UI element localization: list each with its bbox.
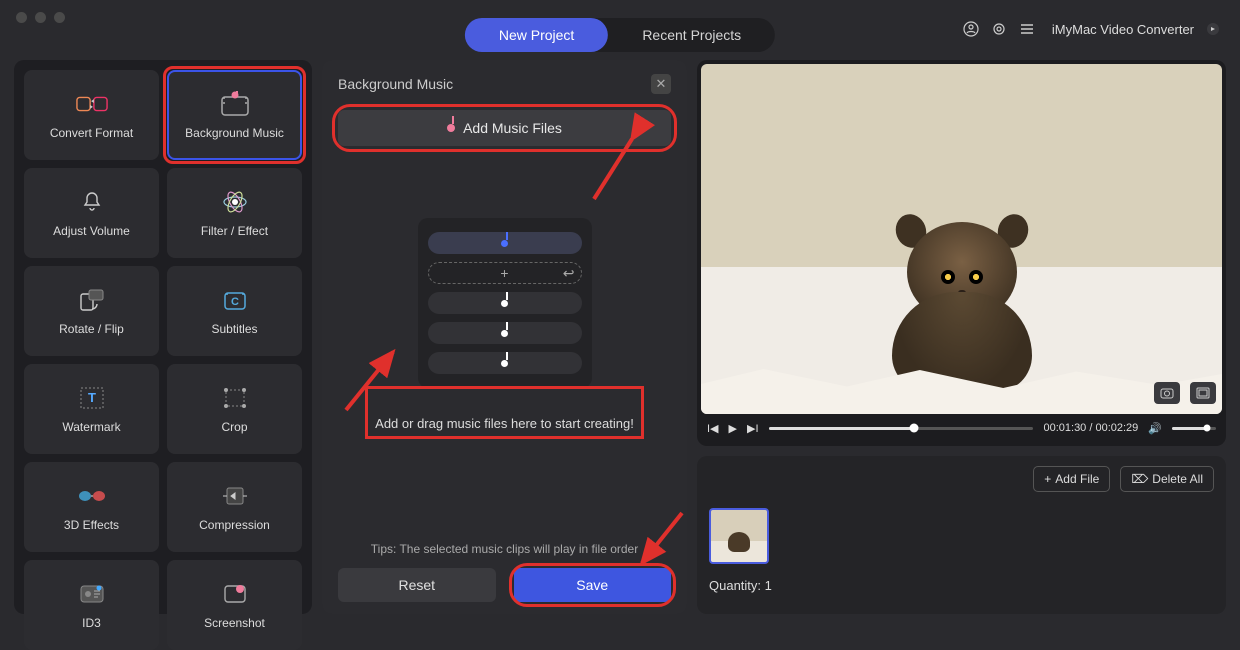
fullscreen-button[interactable]: [1190, 382, 1216, 404]
plus-icon: +: [1044, 472, 1051, 486]
tool-label: Rotate / Flip: [59, 322, 124, 336]
music-icon: [219, 90, 251, 118]
save-button[interactable]: Save: [514, 568, 672, 602]
subtitles-icon: C: [219, 286, 251, 314]
screenshot-icon: [219, 580, 251, 608]
trash-icon: ⌦: [1131, 472, 1148, 486]
tool-label: Compression: [199, 518, 270, 532]
video-frame[interactable]: [701, 64, 1222, 414]
file-queue: +Add File ⌦Delete All Quantity: 1: [697, 456, 1226, 614]
next-button[interactable]: ▶I: [747, 422, 759, 435]
top-tab-bar: New Project Recent Projects: [465, 18, 775, 52]
app-name: iMyMac Video Converter: [1052, 22, 1194, 37]
tool-compression[interactable]: Compression: [167, 462, 302, 552]
tips-text: Tips: The selected music clips will play…: [338, 542, 671, 556]
gear-icon[interactable]: [990, 20, 1008, 38]
id3-icon: [76, 580, 108, 608]
tool-label: Crop: [221, 420, 247, 434]
dot-max[interactable]: [54, 12, 65, 23]
add-btn-label: Add Music Files: [463, 120, 562, 136]
video-thumbnail[interactable]: [709, 508, 769, 564]
svg-text:T: T: [88, 390, 96, 405]
prev-button[interactable]: I◀: [707, 422, 719, 435]
tool-label: Convert Format: [50, 126, 133, 140]
tool-screenshot[interactable]: Screenshot: [167, 560, 302, 650]
play-button[interactable]: ▶: [729, 422, 737, 435]
background-music-panel: Background Music ✕ Add Music Files +↩ Ad…: [322, 60, 687, 614]
add-music-files-button[interactable]: Add Music Files: [338, 110, 671, 146]
reset-button[interactable]: Reset: [338, 568, 496, 602]
delete-all-button[interactable]: ⌦Delete All: [1120, 466, 1214, 492]
note-icon: [501, 330, 508, 337]
window-controls[interactable]: [16, 12, 65, 23]
music-slot[interactable]: [428, 232, 582, 254]
dot-min[interactable]: [35, 12, 46, 23]
panel-title: Background Music: [338, 76, 453, 92]
tool-sidebar: Convert Format Background Music Adjust V…: [14, 60, 312, 614]
music-slot[interactable]: [428, 292, 582, 314]
account-icon[interactable]: [962, 20, 980, 38]
drag-tip-text: Add or drag music files here to start cr…: [367, 410, 642, 437]
music-slot[interactable]: [428, 322, 582, 344]
video-content: [882, 212, 1042, 392]
compress-icon: [219, 482, 251, 510]
svg-text:C: C: [231, 296, 239, 308]
progress-bar[interactable]: [769, 427, 1034, 430]
dot-close[interactable]: [16, 12, 27, 23]
top-right-controls: iMyMac Video Converter: [962, 20, 1222, 38]
bell-icon: [76, 188, 108, 216]
note-icon: [501, 300, 508, 307]
arrow-annotation: [582, 134, 642, 217]
music-note-icon: [447, 124, 455, 132]
tab-recent-projects[interactable]: Recent Projects: [608, 18, 775, 52]
tool-rotate-flip[interactable]: Rotate / Flip: [24, 266, 159, 356]
tool-label: Filter / Effect: [201, 224, 268, 238]
tool-filter-effect[interactable]: Filter / Effect: [167, 168, 302, 258]
note-icon: [501, 240, 508, 247]
tool-crop[interactable]: Crop: [167, 364, 302, 454]
note-icon: [501, 360, 508, 367]
rotate-icon: [76, 286, 108, 314]
music-slot[interactable]: [428, 352, 582, 374]
tool-background-music[interactable]: Background Music: [167, 70, 302, 160]
tool-adjust-volume[interactable]: Adjust Volume: [24, 168, 159, 258]
quantity-label: Quantity: 1: [709, 578, 772, 593]
tool-label: Subtitles: [211, 322, 257, 336]
screenshot-button[interactable]: [1154, 382, 1180, 404]
tab-new-project[interactable]: New Project: [465, 18, 608, 52]
tool-subtitles[interactable]: C Subtitles: [167, 266, 302, 356]
plus-icon: +: [500, 265, 508, 281]
volume-icon[interactable]: 🔊: [1148, 422, 1162, 435]
video-preview: I◀ ▶ ▶I 00:01:30 / 00:02:29 🔊: [697, 60, 1226, 446]
glasses-icon: [76, 482, 108, 510]
tool-label: Adjust Volume: [53, 224, 130, 238]
close-icon: ✕: [656, 76, 667, 92]
atom-icon: [219, 188, 251, 216]
convert-icon: [76, 90, 108, 118]
close-button[interactable]: ✕: [651, 74, 671, 94]
watermark-icon: T: [76, 384, 108, 412]
tool-watermark[interactable]: T Watermark: [24, 364, 159, 454]
menu-icon[interactable]: [1018, 20, 1036, 38]
tool-convert-format[interactable]: Convert Format: [24, 70, 159, 160]
music-slot-add[interactable]: +↩: [428, 262, 582, 284]
tool-label: 3D Effects: [64, 518, 119, 532]
tool-3d-effects[interactable]: 3D Effects: [24, 462, 159, 552]
music-drop-box[interactable]: +↩: [418, 218, 592, 388]
return-icon: ↩: [563, 265, 575, 282]
tool-label: Background Music: [185, 126, 284, 140]
time-display: 00:01:30 / 00:02:29: [1043, 422, 1138, 434]
chevron-icon[interactable]: [1204, 20, 1222, 38]
volume-slider[interactable]: [1172, 427, 1216, 430]
add-file-button[interactable]: +Add File: [1033, 466, 1110, 492]
player-controls: I◀ ▶ ▶I 00:01:30 / 00:02:29 🔊: [697, 418, 1226, 446]
tool-id3[interactable]: ID3: [24, 560, 159, 650]
tool-label: Watermark: [62, 420, 120, 434]
crop-icon: [219, 384, 251, 412]
